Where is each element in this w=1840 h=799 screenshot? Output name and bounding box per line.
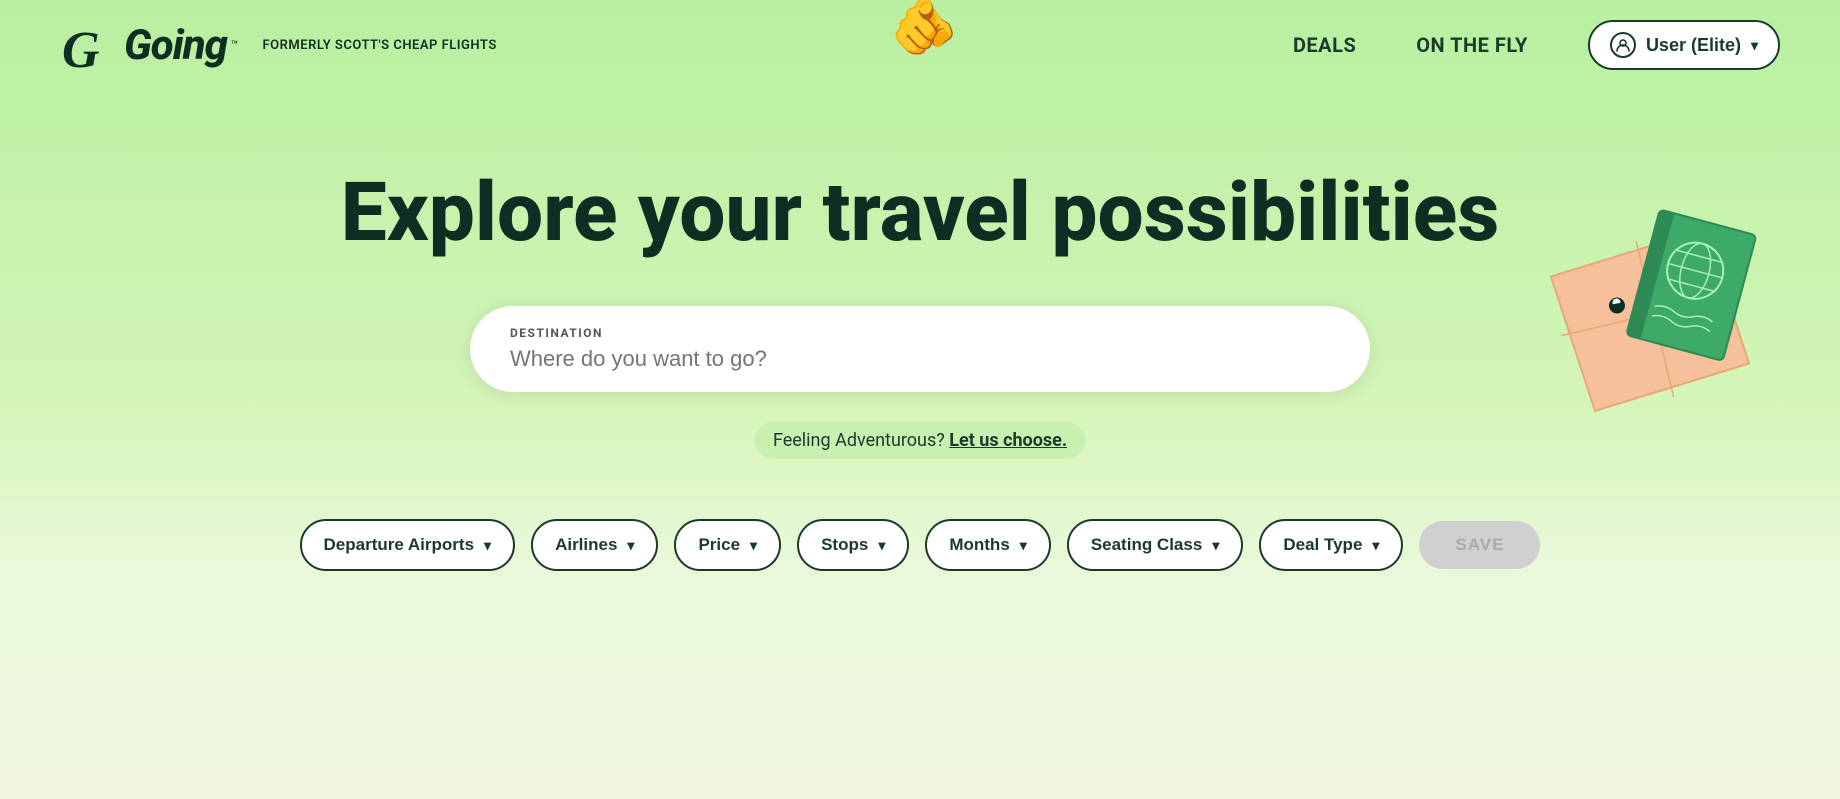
filter-bar: Departure Airports ▾ Airlines ▾ Price ▾ … [240,519,1601,571]
price-filter[interactable]: Price ▾ [674,519,781,571]
svg-text:G: G [62,22,100,75]
stops-label: Stops [821,535,868,555]
adventurous-banner: Feeling Adventurous? Let us choose. [755,422,1085,459]
deal-type-filter[interactable]: Deal Type ▾ [1259,519,1403,571]
nav-on-the-fly[interactable]: ON THE FLY [1416,33,1528,57]
nav-deals[interactable]: DEALS [1293,33,1356,57]
logo[interactable]: G Going ™ [60,15,239,75]
airlines-filter[interactable]: Airlines ▾ [531,519,658,571]
let-us-choose-link[interactable]: Let us choose. [949,430,1067,451]
header-right: DEALS ON THE FLY User (Elite) ▾ [1293,20,1780,70]
destination-input[interactable] [510,346,1330,372]
adventurous-prefix: Feeling Adventurous? [773,430,945,451]
departure-airports-label: Departure Airports [324,535,475,555]
stops-filter[interactable]: Stops ▾ [797,519,909,571]
chevron-down-icon: ▾ [627,537,634,554]
hero-title: Explore your travel possibilities [341,170,1500,256]
logo-icon: G [60,15,120,75]
chevron-down-icon: ▾ [1212,537,1219,554]
header-left: G Going ™ FORMERLY SCOTT'S CHEAP FLIGHTS [60,15,497,75]
chevron-down-icon: ▾ [878,537,885,554]
logo-text: Going [124,21,227,70]
chevron-down-icon: ▾ [1372,537,1379,554]
header: G Going ™ FORMERLY SCOTT'S CHEAP FLIGHTS… [0,0,1840,90]
save-button[interactable]: SAVE [1419,521,1540,569]
formerly-text: FORMERLY SCOTT'S CHEAP FLIGHTS [263,38,497,53]
chevron-down-icon: ▾ [484,537,491,554]
search-label: DESTINATION [510,326,1330,340]
user-label: User (Elite) [1646,35,1741,56]
user-icon [1610,32,1636,58]
user-menu-button[interactable]: User (Elite) ▾ [1588,20,1780,70]
map-passport-illustration [1540,200,1760,444]
deal-type-label: Deal Type [1283,535,1362,555]
chevron-down-icon: ▾ [750,537,757,554]
airlines-label: Airlines [555,535,617,555]
seating-class-filter[interactable]: Seating Class ▾ [1067,519,1244,571]
chevron-down-icon: ▾ [1751,37,1758,54]
price-label: Price [698,535,740,555]
logo-tm: ™ [231,38,239,52]
hero-section: G Going ™ FORMERLY SCOTT'S CHEAP FLIGHTS… [0,0,1840,799]
chevron-down-icon: ▾ [1020,537,1027,554]
months-filter[interactable]: Months ▾ [925,519,1050,571]
seating-class-label: Seating Class [1091,535,1203,555]
months-label: Months [949,535,1009,555]
departure-airports-filter[interactable]: Departure Airports ▾ [300,519,516,571]
search-bar: DESTINATION [470,306,1370,392]
